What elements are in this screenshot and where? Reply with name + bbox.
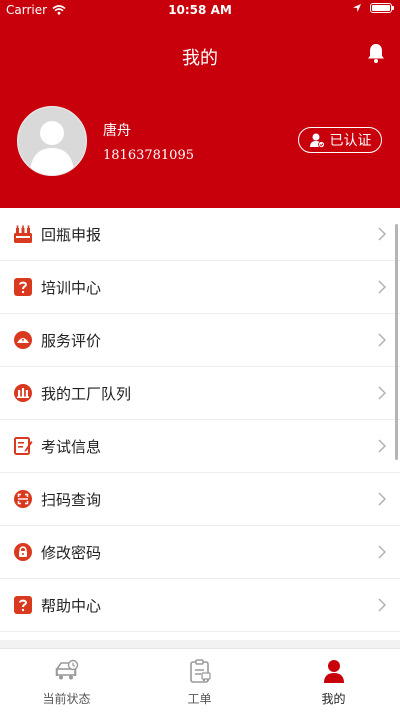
help-icon bbox=[13, 595, 33, 615]
chevron-right-icon bbox=[378, 227, 386, 241]
exam-edit-icon bbox=[13, 436, 33, 456]
chevron-right-icon bbox=[378, 280, 386, 294]
chevron-right-icon bbox=[378, 492, 386, 506]
chevron-right-icon bbox=[378, 386, 386, 400]
scan-icon bbox=[13, 489, 33, 509]
avatar[interactable] bbox=[17, 106, 87, 176]
menu-item-help-center[interactable]: 帮助中心 bbox=[0, 579, 400, 632]
verified-label: 已认证 bbox=[329, 133, 372, 149]
menu-list: 回瓶申报 培训中心 服务评价 我的工厂队列 考试信息 扫码查询 修改密码 帮助中… bbox=[0, 208, 400, 640]
chevron-right-icon bbox=[378, 333, 386, 347]
menu-item-label: 培训中心 bbox=[41, 278, 102, 297]
bottles-icon bbox=[13, 224, 33, 244]
question-icon bbox=[13, 277, 33, 297]
menu-item-label: 服务评价 bbox=[41, 331, 102, 350]
truck-status-icon bbox=[55, 659, 78, 680]
tab-label: 我的 bbox=[321, 692, 346, 706]
menu-item-label: 我的工厂队列 bbox=[41, 384, 132, 403]
factory-queue-icon bbox=[13, 383, 33, 403]
tab-bar: 当前状态 工单 我的 bbox=[0, 648, 400, 712]
verified-badge[interactable]: 已认证 bbox=[298, 127, 382, 153]
menu-item-label: 扫码查询 bbox=[41, 490, 102, 509]
tab-current-status[interactable]: 当前状态 bbox=[0, 649, 133, 712]
menu-item-change-password[interactable]: 修改密码 bbox=[0, 526, 400, 579]
lock-icon bbox=[13, 542, 33, 562]
verified-user-icon bbox=[309, 133, 325, 148]
tab-label: 当前状态 bbox=[42, 692, 91, 706]
page-title: 我的 bbox=[182, 48, 218, 69]
tab-work-order[interactable]: 工单 bbox=[133, 649, 266, 712]
chevron-right-icon bbox=[378, 598, 386, 612]
menu-item-scan-query[interactable]: 扫码查询 bbox=[0, 473, 400, 526]
location-arrow-icon bbox=[353, 4, 361, 12]
menu-item-service-rating[interactable]: 服务评价 bbox=[0, 314, 400, 367]
default-avatar-icon bbox=[30, 121, 74, 175]
tab-mine[interactable]: 我的 bbox=[267, 649, 400, 712]
bell-icon[interactable] bbox=[366, 42, 386, 64]
user-name: 唐舟 bbox=[103, 123, 131, 139]
chevron-right-icon bbox=[378, 439, 386, 453]
menu-item-label: 考试信息 bbox=[41, 437, 102, 456]
chevron-right-icon bbox=[378, 545, 386, 559]
scrollbar[interactable] bbox=[395, 224, 398, 460]
menu-item-training-center[interactable]: 培训中心 bbox=[0, 261, 400, 314]
menu-item-label: 修改密码 bbox=[41, 543, 102, 562]
status-time: 10:58 AM bbox=[168, 3, 232, 17]
menu-item-bottle-report[interactable]: 回瓶申报 bbox=[0, 208, 400, 261]
battery-icon bbox=[370, 3, 394, 13]
menu-item-label: 回瓶申报 bbox=[41, 225, 102, 244]
user-phone: 18163781095 bbox=[103, 148, 194, 163]
menu-item-exam-info[interactable]: 考试信息 bbox=[0, 420, 400, 473]
person-icon bbox=[323, 660, 344, 683]
status-bar: Carrier 10:58 AM bbox=[0, 0, 400, 20]
tab-label: 工单 bbox=[187, 692, 212, 706]
menu-item-factory-queue[interactable]: 我的工厂队列 bbox=[0, 367, 400, 420]
profile-header: Carrier 10:58 AM 我的 唐舟 18163781095 已认证 bbox=[0, 0, 400, 208]
menu-item-label: 帮助中心 bbox=[41, 596, 102, 615]
rating-icon bbox=[13, 330, 33, 350]
work-order-icon bbox=[189, 659, 211, 683]
